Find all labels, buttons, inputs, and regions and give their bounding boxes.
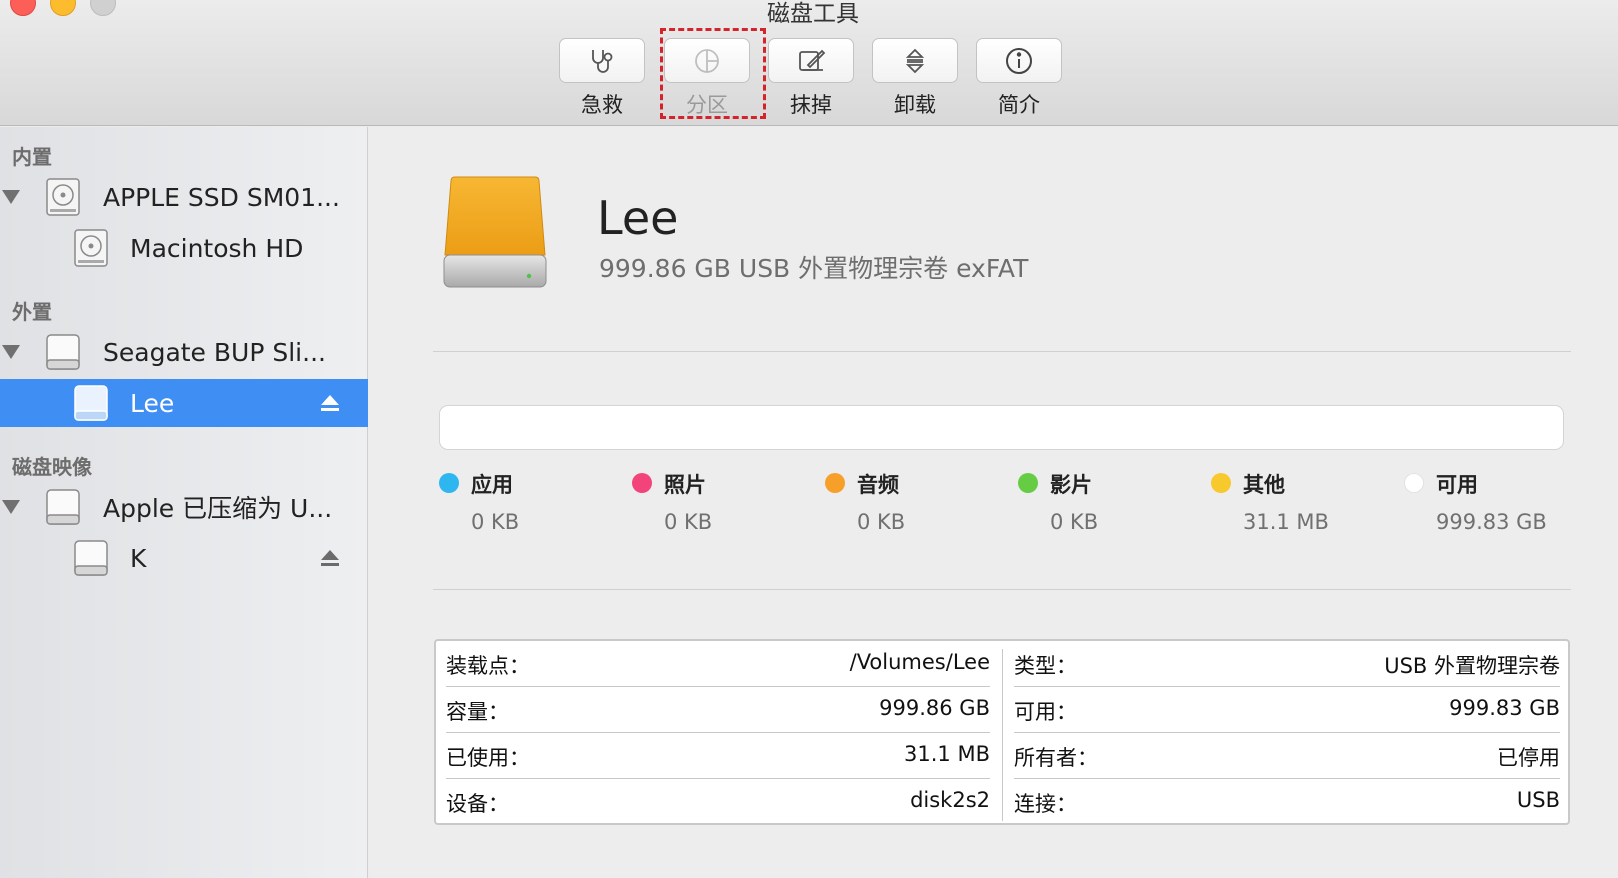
unmount-label: 卸载	[894, 93, 936, 117]
disk-image-icon	[74, 540, 108, 576]
sidebar-item-apple-ssd[interactable]: APPLE SSD SM01...	[0, 173, 368, 221]
external-drive-icon	[74, 385, 108, 421]
stethoscope-icon	[592, 49, 613, 73]
info-value: USB 外置物理宗卷	[1384, 654, 1560, 678]
toolbar: 磁盘工具 急救 分区 抹掉 卸载 简介	[0, 0, 1618, 126]
unmount-icon	[905, 48, 925, 73]
legend-name: 其他	[1243, 473, 1285, 497]
sidebar-item-label: Macintosh HD	[130, 233, 304, 263]
external-drive-icon	[46, 334, 80, 370]
divider	[433, 589, 1571, 590]
unmount-button[interactable]: 卸载	[872, 38, 958, 119]
legend-name: 照片	[664, 473, 706, 497]
info-row-connection: 连接： USB	[1014, 779, 1560, 825]
legend-dot	[632, 473, 652, 493]
info-row-capacity: 容量： 999.86 GB	[446, 687, 990, 733]
info-key: 连接：	[1014, 792, 1077, 816]
legend-dot	[1018, 473, 1038, 493]
legend-size: 31.1 MB	[1243, 510, 1329, 534]
eject-icon[interactable]	[320, 393, 340, 413]
sidebar-item-k[interactable]: K	[0, 534, 368, 582]
sidebar-item-label: APPLE SSD SM01...	[103, 182, 340, 212]
legend-dot	[439, 473, 459, 493]
column-divider	[1002, 649, 1003, 821]
info-key: 所有者：	[1014, 746, 1098, 770]
erase-button[interactable]: 抹掉	[768, 38, 854, 119]
legend-size: 0 KB	[471, 510, 520, 534]
legend-name: 可用	[1436, 473, 1478, 497]
annotation-highlight-box	[660, 28, 766, 119]
info-key: 已使用：	[446, 746, 530, 770]
info-row-owners: 所有者： 已停用	[1014, 733, 1560, 779]
info-button[interactable]: 简介	[976, 38, 1062, 119]
sidebar-item-label: Lee	[130, 388, 175, 418]
legend-name: 应用	[471, 473, 513, 497]
info-table: 装载点： /Volumes/Lee 容量： 999.86 GB 已使用： 31.…	[434, 639, 1570, 825]
info-value: USB	[1516, 788, 1560, 812]
info-row-device: 设备： disk2s2	[446, 779, 990, 825]
section-disk-images: 磁盘映像	[12, 455, 92, 479]
legend-dot	[825, 473, 845, 493]
info-value: /Volumes/Lee	[849, 650, 990, 674]
info-row-available: 可用： 999.83 GB	[1014, 687, 1560, 733]
info-key: 设备：	[446, 792, 509, 816]
legend-name: 影片	[1050, 473, 1092, 497]
info-key: 装载点：	[446, 654, 530, 678]
window-title: 磁盘工具	[767, 1, 859, 27]
disclosure-triangle-icon[interactable]	[2, 500, 20, 514]
info-value: 999.83 GB	[1449, 696, 1560, 720]
info-key: 容量：	[446, 700, 509, 724]
sidebar-item-apple-image[interactable]: Apple 已压缩为 U...	[0, 483, 368, 531]
erase-pencil-icon	[799, 49, 826, 71]
sidebar-item-seagate[interactable]: Seagate BUP Sli...	[0, 328, 368, 376]
detail-pane: Lee 999.86 GB USB 外置物理宗卷 exFAT 应用 0 KB 照…	[369, 127, 1618, 878]
section-external: 外置	[12, 300, 52, 324]
info-row-used: 已使用： 31.1 MB	[446, 733, 990, 779]
disclosure-triangle-icon[interactable]	[2, 190, 20, 204]
usage-bar	[439, 405, 1564, 450]
volume-description: 999.86 GB USB 外置物理宗卷 exFAT	[599, 254, 1029, 283]
volume-name: Lee	[597, 191, 679, 245]
sidebar: 内置 APPLE SSD SM01... Macintosh HD 外置 Sea…	[0, 127, 368, 878]
legend-size: 0 KB	[1050, 510, 1099, 534]
info-label: 简介	[998, 93, 1040, 117]
internal-drive-icon	[46, 178, 80, 216]
legend-size: 999.83 GB	[1436, 510, 1547, 534]
eject-icon[interactable]	[320, 548, 340, 568]
info-key: 类型：	[1014, 654, 1077, 678]
sidebar-item-lee[interactable]: Lee	[0, 379, 368, 427]
info-value: disk2s2	[910, 788, 990, 812]
first-aid-button[interactable]: 急救	[559, 38, 645, 119]
first-aid-label: 急救	[581, 93, 623, 117]
legend-dot	[1404, 473, 1424, 493]
sidebar-item-macintosh-hd[interactable]: Macintosh HD	[0, 224, 368, 272]
info-icon	[1006, 47, 1032, 74]
erase-label: 抹掉	[790, 93, 832, 117]
legend-dot	[1211, 473, 1231, 493]
info-value: 999.86 GB	[879, 696, 990, 720]
internal-drive-icon	[74, 229, 108, 267]
disk-image-icon	[46, 489, 80, 525]
sidebar-item-label: Seagate BUP Sli...	[103, 337, 326, 367]
info-value: 已停用	[1497, 746, 1560, 770]
section-internal: 内置	[12, 145, 52, 169]
sidebar-item-label: Apple 已压缩为 U...	[103, 494, 333, 523]
external-orange-drive-icon	[443, 176, 547, 288]
info-key: 可用：	[1014, 700, 1077, 724]
legend-size: 0 KB	[857, 510, 906, 534]
legend-name: 音频	[857, 473, 899, 497]
disclosure-triangle-icon[interactable]	[2, 345, 20, 359]
divider	[433, 351, 1571, 352]
sidebar-item-label: K	[130, 543, 147, 573]
info-row-type: 类型： USB 外置物理宗卷	[1014, 641, 1560, 687]
info-value: 31.1 MB	[904, 742, 990, 766]
info-row-mount-point: 装载点： /Volumes/Lee	[446, 641, 990, 687]
legend-size: 0 KB	[664, 510, 713, 534]
